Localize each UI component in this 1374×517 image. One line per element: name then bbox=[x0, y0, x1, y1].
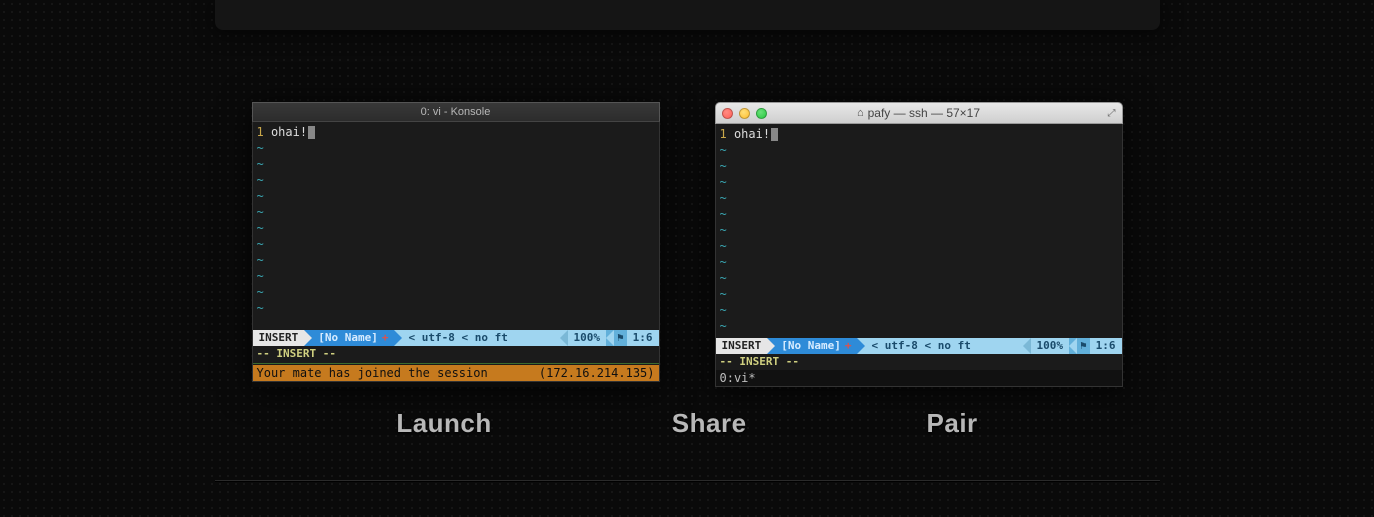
filename-segment: [No Name]+ bbox=[312, 330, 394, 346]
vim-mode-message: -- INSERT -- bbox=[716, 354, 1122, 370]
empty-line-tilde: ~ bbox=[720, 254, 1118, 270]
divider bbox=[253, 363, 659, 364]
session-notice: Your mate has joined the session (172.16… bbox=[253, 365, 659, 381]
vim-mode-message: -- INSERT -- bbox=[253, 346, 659, 362]
section-divider bbox=[215, 480, 1160, 481]
empty-line-tilde: ~ bbox=[257, 204, 655, 220]
percent-segment: 100% bbox=[1031, 338, 1070, 354]
line-text: ohai! bbox=[727, 127, 770, 141]
notice-ip: (172.16.214.135) bbox=[539, 365, 655, 381]
empty-line-tilde: ~ bbox=[257, 252, 655, 268]
flag-icon: ⚑ bbox=[614, 330, 627, 346]
fileinfo-segment: < utf-8 < no ft bbox=[402, 330, 559, 346]
empty-line-tilde: ~ bbox=[257, 268, 655, 284]
screenshots-row: 0: vi - Konsole 1 ohai! ~~~~~~~~~~~ INSE… bbox=[0, 102, 1374, 387]
position-segment: 1:6 bbox=[627, 330, 659, 346]
position-segment: 1:6 bbox=[1090, 338, 1122, 354]
empty-line-tilde: ~ bbox=[257, 284, 655, 300]
empty-line-tilde: ~ bbox=[720, 174, 1118, 190]
editor-line: 1 ohai! bbox=[257, 124, 655, 140]
empty-line-tilde: ~ bbox=[720, 270, 1118, 286]
notice-text: Your mate has joined the session bbox=[257, 365, 488, 381]
empty-line-tilde: ~ bbox=[257, 220, 655, 236]
cursor-icon bbox=[308, 126, 315, 139]
line-number: 1 bbox=[257, 125, 264, 139]
empty-line-tilde: ~ bbox=[720, 318, 1118, 334]
terminal-window-linux: 0: vi - Konsole 1 ohai! ~~~~~~~~~~~ INSE… bbox=[252, 102, 660, 387]
separator-icon bbox=[1069, 338, 1077, 354]
empty-line-tilde: ~ bbox=[257, 300, 655, 316]
flag-icon: ⚑ bbox=[1077, 338, 1090, 354]
home-icon: ⌂ bbox=[857, 107, 864, 119]
top-panel-shadow bbox=[215, 0, 1160, 30]
cursor-icon bbox=[771, 128, 778, 141]
empty-line-tilde: ~ bbox=[257, 156, 655, 172]
line-text: ohai! bbox=[264, 125, 307, 139]
editor-line: 1 ohai! bbox=[720, 126, 1118, 142]
empty-line-tilde: ~ bbox=[257, 236, 655, 252]
line-number: 1 bbox=[720, 127, 727, 141]
label-share: Share bbox=[672, 408, 747, 439]
terminal-body-mac[interactable]: 1 ohai! ~~~~~~~~~~~~~ INSERT [No Name]+ … bbox=[715, 124, 1123, 387]
tmux-status: 0:vi* bbox=[716, 370, 1122, 386]
mode-segment: INSERT bbox=[253, 330, 305, 346]
empty-line-tilde: ~ bbox=[257, 172, 655, 188]
terminal-window-mac: ⌂ pafy — ssh — 57×17 ⤢ 1 ohai! ~~~~~~~~~… bbox=[715, 102, 1123, 387]
empty-line-tilde: ~ bbox=[720, 142, 1118, 158]
empty-line-tilde: ~ bbox=[720, 158, 1118, 174]
vim-statusline: INSERT [No Name]+ < utf-8 < no ft 100% ⚑… bbox=[253, 330, 659, 346]
empty-line-tilde: ~ bbox=[257, 140, 655, 156]
window-title: ⌂ pafy — ssh — 57×17 bbox=[716, 106, 1122, 120]
separator-icon bbox=[394, 330, 402, 346]
percent-segment: 100% bbox=[568, 330, 607, 346]
titlebar-linux[interactable]: 0: vi - Konsole bbox=[252, 102, 660, 122]
terminal-body-linux[interactable]: 1 ohai! ~~~~~~~~~~~ INSERT [No Name]+ < … bbox=[252, 122, 660, 382]
empty-line-tilde: ~ bbox=[720, 238, 1118, 254]
separator-icon bbox=[304, 330, 312, 346]
empty-line-tilde: ~ bbox=[720, 286, 1118, 302]
vim-statusline: INSERT [No Name]+ < utf-8 < no ft 100% ⚑… bbox=[716, 338, 1122, 354]
separator-icon bbox=[857, 338, 865, 354]
editor-content: 1 ohai! ~~~~~~~~~~~ bbox=[253, 122, 659, 318]
empty-line-tilde: ~ bbox=[720, 302, 1118, 318]
empty-line-tilde: ~ bbox=[720, 190, 1118, 206]
label-launch: Launch bbox=[396, 408, 491, 439]
filename-segment: [No Name]+ bbox=[775, 338, 857, 354]
fileinfo-segment: < utf-8 < no ft bbox=[865, 338, 1022, 354]
titlebar-mac[interactable]: ⌂ pafy — ssh — 57×17 ⤢ bbox=[715, 102, 1123, 124]
label-pair: Pair bbox=[927, 408, 978, 439]
window-title: 0: vi - Konsole bbox=[421, 106, 491, 118]
empty-line-tilde: ~ bbox=[720, 206, 1118, 222]
step-labels: Launch Share Pair bbox=[0, 408, 1374, 439]
separator-icon bbox=[606, 330, 614, 346]
separator-icon bbox=[1023, 338, 1031, 354]
editor-content: 1 ohai! ~~~~~~~~~~~~~ bbox=[716, 124, 1122, 352]
separator-icon bbox=[767, 338, 775, 354]
separator-icon bbox=[560, 330, 568, 346]
empty-line-tilde: ~ bbox=[720, 222, 1118, 238]
mode-segment: INSERT bbox=[716, 338, 768, 354]
empty-line-tilde: ~ bbox=[257, 188, 655, 204]
